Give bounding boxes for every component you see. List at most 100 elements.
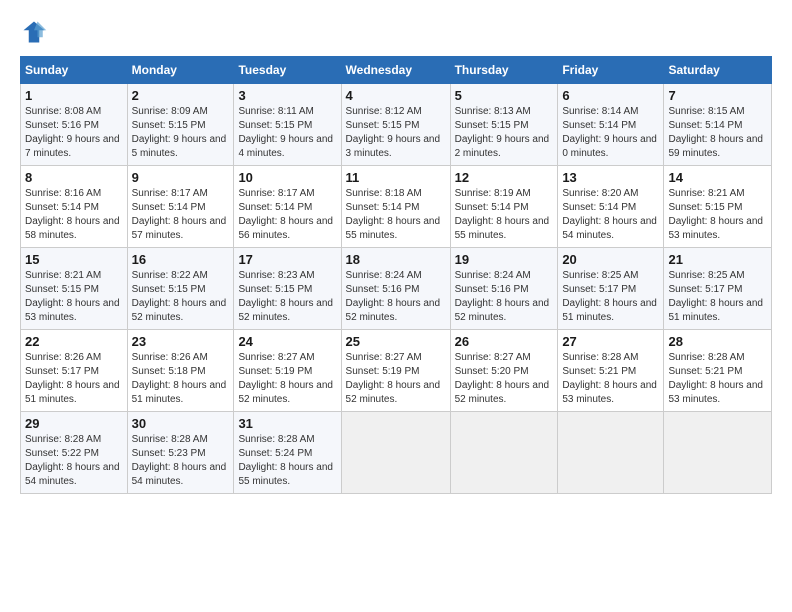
day-header-tuesday: Tuesday [234,57,341,84]
day-number: 15 [25,252,123,267]
day-number: 18 [346,252,446,267]
day-cell: 19 Sunrise: 8:24 AM Sunset: 5:16 PM Dayl… [450,248,558,330]
day-header-friday: Friday [558,57,664,84]
day-info: Sunrise: 8:16 AM Sunset: 5:14 PM Dayligh… [25,187,123,243]
day-number: 21 [668,252,767,267]
day-cell: 5 Sunrise: 8:13 AM Sunset: 5:15 PM Dayli… [450,84,558,166]
day-info: Sunrise: 8:28 AM Sunset: 5:22 PM Dayligh… [25,433,123,489]
day-cell: 31 Sunrise: 8:28 AM Sunset: 5:24 PM Dayl… [234,412,341,494]
day-cell: 24 Sunrise: 8:27 AM Sunset: 5:19 PM Dayl… [234,330,341,412]
day-info: Sunrise: 8:25 AM Sunset: 5:17 PM Dayligh… [562,269,659,325]
day-cell: 2 Sunrise: 8:09 AM Sunset: 5:15 PM Dayli… [127,84,234,166]
day-cell: 8 Sunrise: 8:16 AM Sunset: 5:14 PM Dayli… [21,166,128,248]
day-number: 13 [562,170,659,185]
day-cell: 29 Sunrise: 8:28 AM Sunset: 5:22 PM Dayl… [21,412,128,494]
day-number: 14 [668,170,767,185]
day-number: 11 [346,170,446,185]
day-number: 23 [132,334,230,349]
day-cell [664,412,772,494]
day-info: Sunrise: 8:20 AM Sunset: 5:14 PM Dayligh… [562,187,659,243]
day-info: Sunrise: 8:28 AM Sunset: 5:21 PM Dayligh… [668,351,767,407]
day-cell: 9 Sunrise: 8:17 AM Sunset: 5:14 PM Dayli… [127,166,234,248]
day-number: 3 [238,88,336,103]
day-number: 31 [238,416,336,431]
day-info: Sunrise: 8:12 AM Sunset: 5:15 PM Dayligh… [346,105,446,161]
day-number: 25 [346,334,446,349]
day-info: Sunrise: 8:24 AM Sunset: 5:16 PM Dayligh… [346,269,446,325]
day-cell [341,412,450,494]
day-number: 5 [455,88,554,103]
week-row-5: 29 Sunrise: 8:28 AM Sunset: 5:22 PM Dayl… [21,412,772,494]
day-number: 9 [132,170,230,185]
day-cell: 3 Sunrise: 8:11 AM Sunset: 5:15 PM Dayli… [234,84,341,166]
day-number: 20 [562,252,659,267]
day-number: 22 [25,334,123,349]
day-cell: 18 Sunrise: 8:24 AM Sunset: 5:16 PM Dayl… [341,248,450,330]
day-cell: 20 Sunrise: 8:25 AM Sunset: 5:17 PM Dayl… [558,248,664,330]
day-cell: 15 Sunrise: 8:21 AM Sunset: 5:15 PM Dayl… [21,248,128,330]
day-info: Sunrise: 8:13 AM Sunset: 5:15 PM Dayligh… [455,105,554,161]
day-number: 6 [562,88,659,103]
day-number: 8 [25,170,123,185]
day-number: 30 [132,416,230,431]
day-cell: 23 Sunrise: 8:26 AM Sunset: 5:18 PM Dayl… [127,330,234,412]
day-cell: 11 Sunrise: 8:18 AM Sunset: 5:14 PM Dayl… [341,166,450,248]
day-info: Sunrise: 8:26 AM Sunset: 5:18 PM Dayligh… [132,351,230,407]
day-cell: 21 Sunrise: 8:25 AM Sunset: 5:17 PM Dayl… [664,248,772,330]
day-info: Sunrise: 8:11 AM Sunset: 5:15 PM Dayligh… [238,105,336,161]
day-cell: 27 Sunrise: 8:28 AM Sunset: 5:21 PM Dayl… [558,330,664,412]
day-number: 28 [668,334,767,349]
day-info: Sunrise: 8:28 AM Sunset: 5:21 PM Dayligh… [562,351,659,407]
header [20,18,772,46]
day-number: 29 [25,416,123,431]
day-header-thursday: Thursday [450,57,558,84]
day-number: 19 [455,252,554,267]
day-info: Sunrise: 8:25 AM Sunset: 5:17 PM Dayligh… [668,269,767,325]
logo [20,18,52,46]
day-info: Sunrise: 8:19 AM Sunset: 5:14 PM Dayligh… [455,187,554,243]
day-cell: 26 Sunrise: 8:27 AM Sunset: 5:20 PM Dayl… [450,330,558,412]
day-number: 4 [346,88,446,103]
day-info: Sunrise: 8:22 AM Sunset: 5:15 PM Dayligh… [132,269,230,325]
day-cell: 4 Sunrise: 8:12 AM Sunset: 5:15 PM Dayli… [341,84,450,166]
day-number: 10 [238,170,336,185]
day-info: Sunrise: 8:18 AM Sunset: 5:14 PM Dayligh… [346,187,446,243]
day-cell: 7 Sunrise: 8:15 AM Sunset: 5:14 PM Dayli… [664,84,772,166]
week-row-2: 8 Sunrise: 8:16 AM Sunset: 5:14 PM Dayli… [21,166,772,248]
day-info: Sunrise: 8:27 AM Sunset: 5:19 PM Dayligh… [346,351,446,407]
week-row-1: 1 Sunrise: 8:08 AM Sunset: 5:16 PM Dayli… [21,84,772,166]
day-number: 1 [25,88,123,103]
day-cell: 28 Sunrise: 8:28 AM Sunset: 5:21 PM Dayl… [664,330,772,412]
day-number: 7 [668,88,767,103]
day-info: Sunrise: 8:28 AM Sunset: 5:23 PM Dayligh… [132,433,230,489]
day-info: Sunrise: 8:17 AM Sunset: 5:14 PM Dayligh… [238,187,336,243]
day-number: 16 [132,252,230,267]
day-cell [450,412,558,494]
day-info: Sunrise: 8:21 AM Sunset: 5:15 PM Dayligh… [668,187,767,243]
page: SundayMondayTuesdayWednesdayThursdayFrid… [0,0,792,504]
day-cell: 10 Sunrise: 8:17 AM Sunset: 5:14 PM Dayl… [234,166,341,248]
day-info: Sunrise: 8:27 AM Sunset: 5:20 PM Dayligh… [455,351,554,407]
day-cell: 14 Sunrise: 8:21 AM Sunset: 5:15 PM Dayl… [664,166,772,248]
day-header-sunday: Sunday [21,57,128,84]
day-number: 27 [562,334,659,349]
week-row-3: 15 Sunrise: 8:21 AM Sunset: 5:15 PM Dayl… [21,248,772,330]
day-info: Sunrise: 8:23 AM Sunset: 5:15 PM Dayligh… [238,269,336,325]
day-cell: 6 Sunrise: 8:14 AM Sunset: 5:14 PM Dayli… [558,84,664,166]
day-header-saturday: Saturday [664,57,772,84]
day-info: Sunrise: 8:14 AM Sunset: 5:14 PM Dayligh… [562,105,659,161]
day-header-wednesday: Wednesday [341,57,450,84]
calendar-table: SundayMondayTuesdayWednesdayThursdayFrid… [20,56,772,494]
day-info: Sunrise: 8:21 AM Sunset: 5:15 PM Dayligh… [25,269,123,325]
day-cell: 13 Sunrise: 8:20 AM Sunset: 5:14 PM Dayl… [558,166,664,248]
day-number: 26 [455,334,554,349]
header-row: SundayMondayTuesdayWednesdayThursdayFrid… [21,57,772,84]
day-cell: 17 Sunrise: 8:23 AM Sunset: 5:15 PM Dayl… [234,248,341,330]
day-cell: 25 Sunrise: 8:27 AM Sunset: 5:19 PM Dayl… [341,330,450,412]
day-number: 24 [238,334,336,349]
logo-icon [20,18,48,46]
week-row-4: 22 Sunrise: 8:26 AM Sunset: 5:17 PM Dayl… [21,330,772,412]
day-info: Sunrise: 8:27 AM Sunset: 5:19 PM Dayligh… [238,351,336,407]
day-cell [558,412,664,494]
day-info: Sunrise: 8:09 AM Sunset: 5:15 PM Dayligh… [132,105,230,161]
